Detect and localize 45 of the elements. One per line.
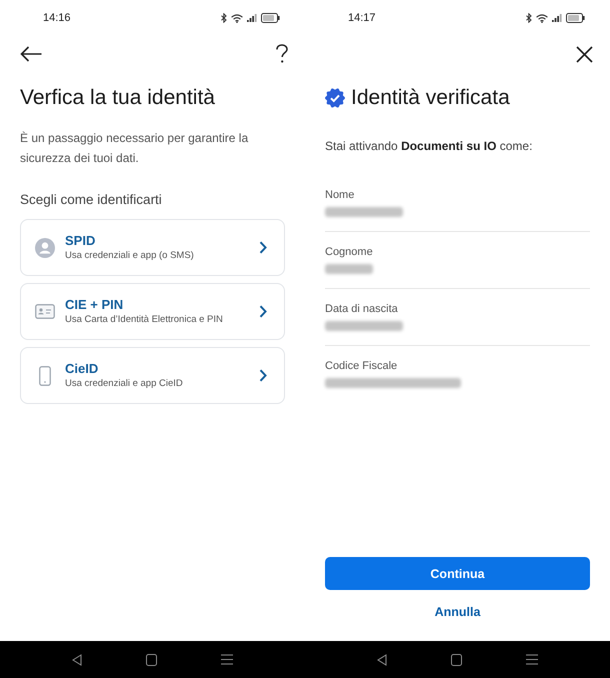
field-label: Nome [325, 189, 354, 201]
wifi-icon [536, 14, 548, 22]
page-title: Verfica la tua identità [20, 85, 216, 111]
status-time: 14:17 [348, 12, 376, 24]
page-description: È un passaggio necessario per garantire la sicurezza dei tuoi dati. [20, 130, 250, 167]
field-label: Cognome [325, 246, 373, 258]
option-description: Usa Carta d’Identità Elettronica e PIN [65, 314, 223, 326]
person-icon [35, 238, 55, 258]
menu-icon[interactable] [526, 654, 538, 665]
nav-back-icon[interactable] [72, 654, 82, 666]
page-title: Identità verificata [351, 85, 510, 111]
signal-icon [552, 14, 562, 22]
option-description: Usa credenziali e app (o SMS) [65, 250, 194, 262]
section-label: Scegli come identificarti [20, 191, 163, 209]
intro-text: Stai attivando Documenti su IO come: [325, 138, 534, 154]
option-title: SPID [65, 233, 96, 249]
home-icon[interactable] [146, 654, 157, 666]
option-title: CieID [65, 361, 98, 377]
identification-option[interactable]: SPID Usa credenziali e app (o SMS) [20, 219, 285, 276]
chevron-right-icon [259, 241, 267, 254]
chevron-right-icon [259, 305, 267, 318]
status-time: 14:16 [43, 12, 71, 24]
chevron-right-icon [259, 369, 267, 382]
help-icon[interactable] [276, 44, 288, 64]
identification-option[interactable]: CieID Usa credenziali e app CieID [20, 347, 285, 404]
bluetooth-icon [221, 13, 227, 23]
option-title: CIE + PIN [65, 297, 124, 313]
home-icon[interactable] [451, 654, 462, 666]
wifi-icon [231, 14, 243, 22]
bluetooth-icon [526, 13, 532, 23]
menu-icon[interactable] [221, 654, 233, 665]
field-label: Data di nascita [325, 303, 398, 315]
identification-option[interactable]: CIE + PIN Usa Carta d’Identità Elettronica e PIN [20, 283, 285, 340]
battery-icon [566, 13, 585, 23]
id-card-icon [35, 304, 55, 319]
option-description: Usa credenziali e app CieID [65, 378, 183, 390]
field-label: Codice Fiscale [325, 360, 398, 372]
back-arrow-icon[interactable] [20, 46, 42, 62]
nav-back-icon[interactable] [377, 654, 387, 666]
phone-icon [39, 366, 51, 386]
continue-button[interactable]: Continua [325, 557, 590, 590]
close-icon[interactable] [576, 46, 593, 62]
signal-icon [247, 14, 257, 22]
cancel-link[interactable]: Annulla [434, 604, 480, 620]
battery-icon [261, 13, 280, 23]
